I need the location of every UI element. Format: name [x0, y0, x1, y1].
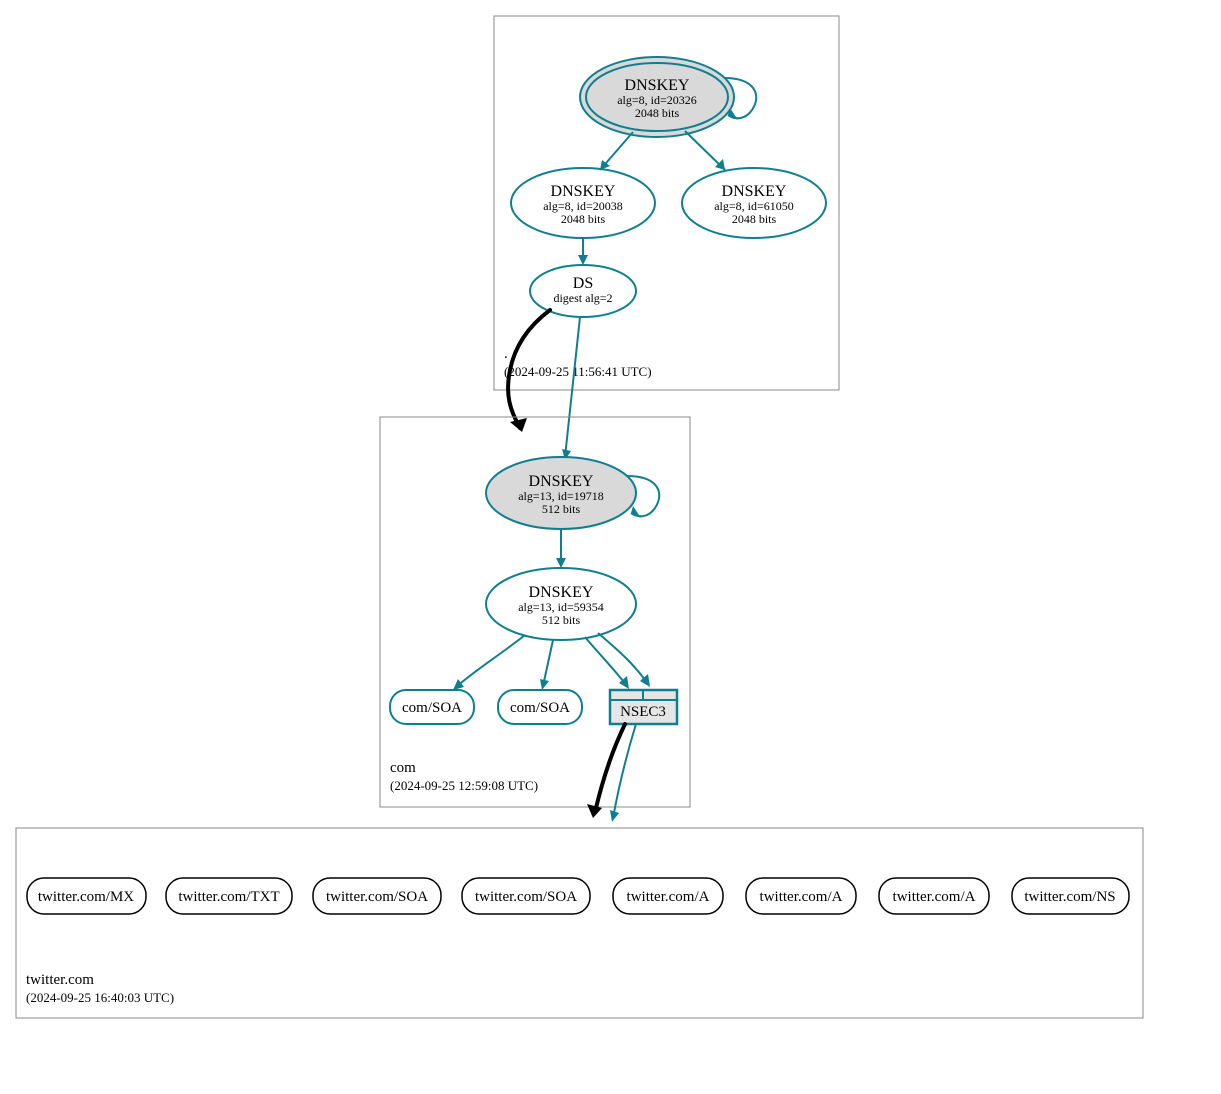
- node-twitter-mx: twitter.com/MX: [27, 878, 146, 914]
- svg-text:DNSKEY: DNSKEY: [551, 183, 616, 200]
- node-root-ksk: DNSKEY alg=8, id=20326 2048 bits: [580, 57, 734, 137]
- node-com-ksk: DNSKEY alg=13, id=19718 512 bits: [486, 457, 636, 529]
- dnssec-chain-diagram: . (2024-09-25 11:56:41 UTC) DNSKEY alg=8…: [0, 0, 1221, 1094]
- node-com-nsec3: NSEC3: [610, 690, 677, 724]
- svg-text:DNSKEY: DNSKEY: [625, 77, 690, 94]
- svg-text:DS: DS: [573, 275, 593, 292]
- svg-text:twitter.com/A: twitter.com/A: [627, 889, 710, 905]
- node-twitter-ns: twitter.com/NS: [1012, 878, 1129, 914]
- svg-text:com/SOA: com/SOA: [510, 700, 570, 716]
- node-twitter-soa2: twitter.com/SOA: [462, 878, 590, 914]
- node-com-soa1: com/SOA: [390, 690, 474, 724]
- node-root-zsk1: DNSKEY alg=8, id=20038 2048 bits: [511, 168, 655, 238]
- node-twitter-soa1: twitter.com/SOA: [313, 878, 441, 914]
- node-com-soa2: com/SOA: [498, 690, 582, 724]
- svg-text:alg=8, id=61050: alg=8, id=61050: [714, 199, 794, 213]
- svg-text:DNSKEY: DNSKEY: [529, 473, 594, 490]
- svg-text:alg=13, id=19718: alg=13, id=19718: [518, 489, 604, 503]
- node-twitter-a3: twitter.com/A: [879, 878, 989, 914]
- svg-text:alg=8, id=20038: alg=8, id=20038: [543, 199, 623, 213]
- svg-text:DNSKEY: DNSKEY: [529, 584, 594, 601]
- zone-root: . (2024-09-25 11:56:41 UTC) DNSKEY alg=8…: [494, 16, 839, 390]
- zone-twitter-name: twitter.com: [26, 972, 94, 988]
- svg-text:512 bits: 512 bits: [542, 613, 581, 627]
- svg-text:twitter.com/SOA: twitter.com/SOA: [326, 889, 428, 905]
- svg-text:2048 bits: 2048 bits: [732, 212, 777, 226]
- svg-text:DNSKEY: DNSKEY: [722, 183, 787, 200]
- zone-root-timestamp: (2024-09-25 11:56:41 UTC): [504, 364, 652, 379]
- zone-com-timestamp: (2024-09-25 12:59:08 UTC): [390, 778, 538, 793]
- svg-text:2048 bits: 2048 bits: [635, 106, 680, 120]
- zone-root-name: .: [504, 346, 508, 362]
- svg-text:twitter.com/A: twitter.com/A: [760, 889, 843, 905]
- svg-text:twitter.com/TXT: twitter.com/TXT: [178, 889, 279, 905]
- svg-text:twitter.com/A: twitter.com/A: [893, 889, 976, 905]
- svg-text:twitter.com/SOA: twitter.com/SOA: [475, 889, 577, 905]
- svg-text:twitter.com/NS: twitter.com/NS: [1024, 889, 1115, 905]
- zone-com-name: com: [390, 760, 416, 776]
- svg-text:twitter.com/MX: twitter.com/MX: [38, 889, 134, 905]
- svg-text:NSEC3: NSEC3: [620, 704, 666, 720]
- svg-text:2048 bits: 2048 bits: [561, 212, 606, 226]
- node-root-zsk2: DNSKEY alg=8, id=61050 2048 bits: [682, 168, 826, 238]
- node-twitter-txt: twitter.com/TXT: [166, 878, 292, 914]
- svg-text:alg=13, id=59354: alg=13, id=59354: [518, 600, 604, 614]
- zone-twitter-timestamp: (2024-09-25 16:40:03 UTC): [26, 990, 174, 1005]
- node-root-ds: DS digest alg=2: [530, 265, 636, 317]
- zone-com: com (2024-09-25 12:59:08 UTC) DNSKEY alg…: [380, 417, 690, 807]
- zone-twitter: twitter.com (2024-09-25 16:40:03 UTC) tw…: [16, 828, 1143, 1018]
- svg-text:512 bits: 512 bits: [542, 502, 581, 516]
- node-com-zsk: DNSKEY alg=13, id=59354 512 bits: [486, 568, 636, 640]
- svg-text:com/SOA: com/SOA: [402, 700, 462, 716]
- svg-text:alg=8, id=20326: alg=8, id=20326: [617, 93, 697, 107]
- node-twitter-a1: twitter.com/A: [613, 878, 723, 914]
- svg-text:digest alg=2: digest alg=2: [553, 291, 612, 305]
- node-twitter-a2: twitter.com/A: [746, 878, 856, 914]
